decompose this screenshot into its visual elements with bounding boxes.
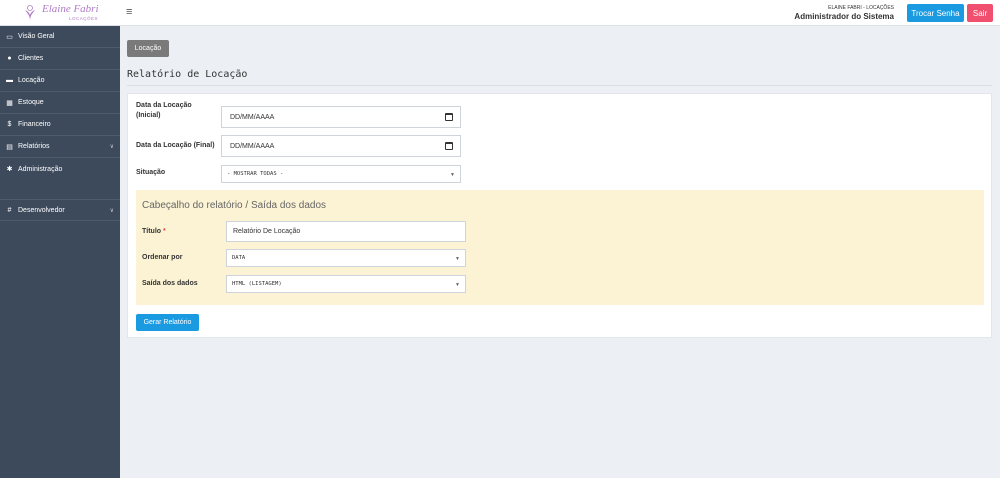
hash-icon: # — [7, 206, 12, 214]
sidebar-item-label: Locação — [18, 77, 45, 84]
sidebar-item-estoque[interactable]: ▦ Estoque — [0, 92, 120, 114]
sidebar-item-label: Estoque — [18, 99, 44, 106]
hamburger-icon[interactable]: ≡ — [126, 7, 132, 18]
sidebar-item-label: Relatórios — [18, 143, 50, 150]
top-header: Elaine Fabri LOCAÇÕES ≡ ELAINE FABRI - L… — [0, 0, 1000, 26]
data-output-select-value: HTML (LISTAGEM) — [232, 281, 282, 287]
generate-report-button[interactable]: Gerar Relatório — [136, 314, 199, 331]
sidebar-item-financeiro[interactable]: $ Financeiro — [0, 114, 120, 136]
order-by-select-value: DATA — [232, 255, 246, 261]
order-by-label: Ordenar por — [142, 254, 183, 261]
sidebar-item-locacao[interactable]: ▬ Locação — [0, 70, 120, 92]
gear-icon: ✱ — [6, 166, 13, 173]
data-output-label: Saída dos dados — [142, 280, 198, 287]
sidebar-item-label: Visão Geral — [18, 33, 55, 40]
users-icon: ● — [7, 55, 12, 62]
app-logo[interactable]: Elaine Fabri LOCAÇÕES — [20, 3, 100, 23]
status-select-value: - MOSTRAR TODAS - — [227, 171, 284, 177]
monitor-icon: ▭ — [6, 33, 13, 41]
date-end-label: Data da Locação (Final) — [136, 142, 215, 149]
sidebar-item-label: Administração — [18, 165, 63, 173]
sidebar-item-visao-geral[interactable]: ▭ Visão Geral — [0, 26, 120, 48]
user-company: ELAINE FABRI - LOCAÇÕES — [828, 5, 894, 11]
order-by-select[interactable]: DATA ▼ — [226, 249, 466, 267]
sidebar-item-label: Clientes — [18, 55, 44, 62]
date-start-label: Data da Locação (Inicial) — [136, 102, 192, 119]
user-role: Administrador do Sistema — [794, 12, 894, 21]
report-title-input[interactable]: Relatório De Locação — [226, 221, 466, 242]
data-output-select[interactable]: HTML (LISTAGEM) ▼ — [226, 275, 466, 293]
caret-down-icon: ▼ — [455, 282, 460, 288]
sidebar-item-clientes[interactable]: ● Clientes — [0, 48, 120, 70]
grid-icon: ▦ — [6, 99, 13, 107]
caret-down-icon: ▼ — [455, 256, 460, 262]
logout-button[interactable]: Sair — [967, 4, 993, 22]
required-marker: * — [163, 228, 166, 235]
status-select[interactable]: - MOSTRAR TODAS - ▼ — [221, 165, 461, 183]
page-title: Relatório de Locação — [127, 69, 248, 80]
logo-name: Elaine Fabri — [42, 3, 99, 15]
output-section-title: Cabeçalho do relatório / Saída dos dados — [142, 200, 327, 211]
date-start-input[interactable]: DD/MM/AAAA — [221, 106, 461, 128]
status-label: Situação — [136, 169, 166, 176]
sidebar-item-relatorios[interactable]: ▤ Relatórios ∨ — [0, 136, 120, 158]
title-divider — [127, 85, 992, 86]
sidebar: ▭ Visão Geral ● Clientes ▬ Locação ▦ Est… — [0, 26, 120, 478]
breadcrumb-locacao-button[interactable]: Locação — [127, 40, 169, 57]
box-icon: ▬ — [6, 77, 13, 84]
caret-down-icon: ▼ — [450, 172, 455, 178]
date-end-placeholder: DD/MM/AAAA — [230, 142, 275, 150]
chevron-down-icon: ∨ — [109, 144, 114, 150]
sidebar-item-label: Financeiro — [18, 121, 51, 128]
chevron-down-icon: ∨ — [109, 208, 114, 214]
sidebar-item-desenvolvedor[interactable]: # Desenvolvedor ∨ — [0, 199, 120, 221]
logo-subtitle: LOCAÇÕES — [69, 16, 99, 21]
sidebar-item-label: Desenvolvedor — [18, 206, 65, 214]
calendar-icon[interactable] — [445, 113, 453, 121]
dollar-icon: $ — [7, 121, 12, 128]
date-start-placeholder: DD/MM/AAAA — [230, 113, 275, 121]
report-title-label: Título * — [142, 228, 166, 235]
calendar-icon[interactable] — [445, 142, 453, 150]
logo-flower-icon — [25, 5, 35, 21]
change-password-button[interactable]: Trocar Senha — [907, 4, 964, 22]
date-end-input[interactable]: DD/MM/AAAA — [221, 135, 461, 157]
printer-icon: ▤ — [6, 143, 13, 151]
sidebar-item-administracao[interactable]: ✱ Administração — [0, 158, 120, 180]
